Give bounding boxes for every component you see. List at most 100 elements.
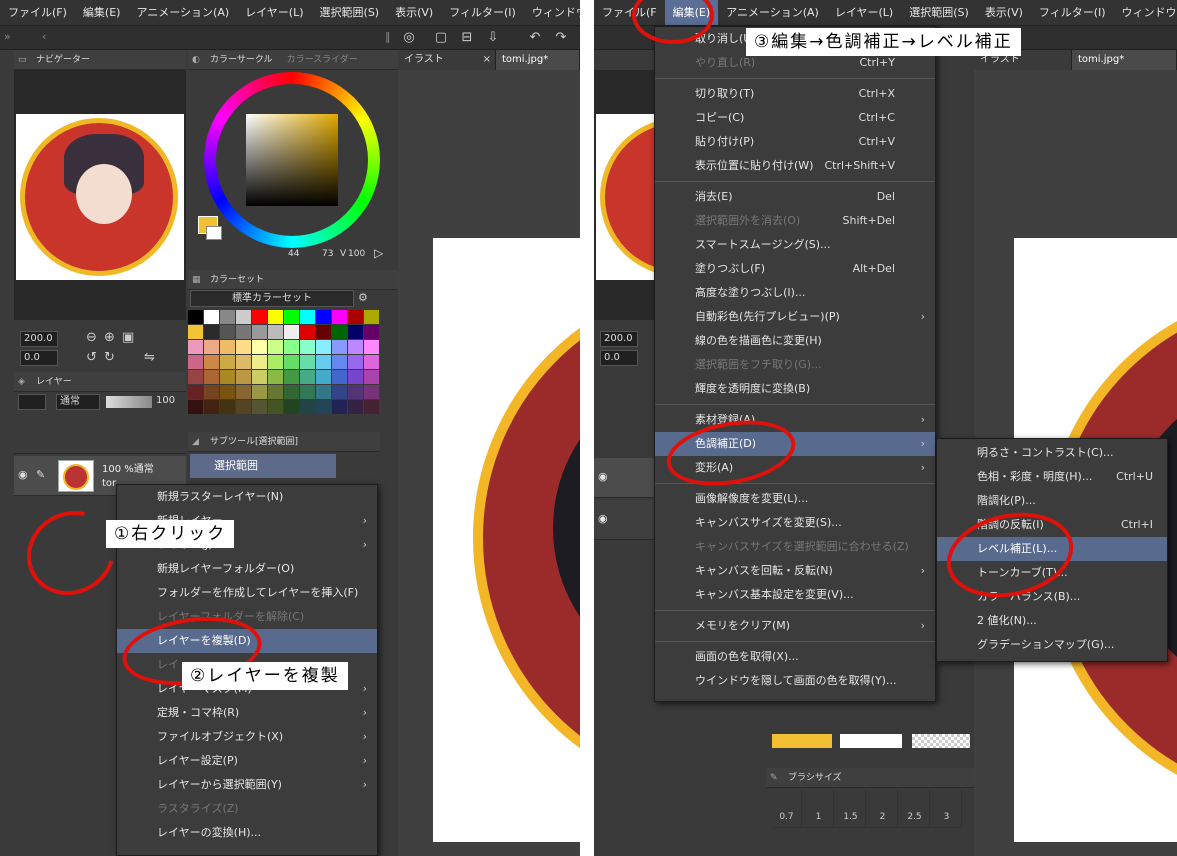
color-swatch[interactable] xyxy=(220,310,235,324)
color-slider-tab[interactable]: カラースライダー xyxy=(287,55,358,65)
color-swatch[interactable] xyxy=(236,385,251,399)
zoom-field[interactable]: 200.0 xyxy=(20,331,58,347)
color-swatch[interactable] xyxy=(188,340,203,354)
menu-1[interactable]: 編集(E) xyxy=(75,0,129,25)
color-swatch[interactable] xyxy=(300,385,315,399)
color-swatch[interactable] xyxy=(220,340,235,354)
color-swatch[interactable] xyxy=(332,325,347,339)
color-swatch[interactable] xyxy=(300,325,315,339)
color-swatch[interactable] xyxy=(236,370,251,384)
color-swatch[interactable] xyxy=(300,370,315,384)
menu-item[interactable]: 塗りつぶし(F) Alt+Del xyxy=(655,257,935,281)
color-swatch[interactable] xyxy=(252,310,267,324)
color-swatch[interactable] xyxy=(300,340,315,354)
menu-item[interactable]: 貼り付け(P) Ctrl+V xyxy=(655,130,935,154)
color-swatch[interactable] xyxy=(284,355,299,369)
color-swatch[interactable] xyxy=(204,325,219,339)
menu-item[interactable]: 画面の色を取得(X)... xyxy=(655,645,935,669)
opacity-slider[interactable] xyxy=(106,396,152,408)
menu-item[interactable]: グラデーションマップ(G)... xyxy=(937,633,1167,657)
menu-item[interactable]: 輝度を透明度に変換(B) xyxy=(655,377,935,401)
menu-2[interactable]: アニメーション(A) xyxy=(128,0,237,25)
color-swatch[interactable] xyxy=(364,370,379,384)
color-swatch[interactable] xyxy=(204,340,219,354)
sub-color-bar[interactable] xyxy=(840,734,902,748)
color-swatch[interactable] xyxy=(188,400,203,414)
color-swatch[interactable] xyxy=(236,340,251,354)
color-swatch[interactable] xyxy=(220,355,235,369)
color-swatch[interactable] xyxy=(268,340,283,354)
color-swatch[interactable] xyxy=(188,385,203,399)
color-swatch[interactable] xyxy=(268,400,283,414)
color-swatch[interactable] xyxy=(316,340,331,354)
menu-item[interactable]: 高度な塗りつぶし(I)... xyxy=(655,281,935,305)
color-swatch[interactable] xyxy=(316,370,331,384)
color-swatch[interactable] xyxy=(284,370,299,384)
tab-tomi[interactable]: tomi.jpg* xyxy=(1072,50,1177,70)
color-swatch[interactable] xyxy=(364,340,379,354)
color-swatch[interactable] xyxy=(316,385,331,399)
menu-item[interactable]: レイヤー設定(P) › xyxy=(117,749,377,773)
color-swatch[interactable] xyxy=(252,400,267,414)
chevron-left-icon[interactable]: ‹ xyxy=(42,30,46,43)
color-swatch[interactable] xyxy=(236,400,251,414)
menu-item[interactable]: ウインドウを隠して画面の色を取得(Y)... xyxy=(655,669,935,693)
color-swatch[interactable] xyxy=(316,325,331,339)
redo-icon[interactable]: ↷ xyxy=(552,30,570,46)
menu-item[interactable]: 色相・彩度・明度(H)... Ctrl+U xyxy=(937,465,1167,489)
angle-field[interactable]: 0.0 xyxy=(600,350,638,366)
color-swatch[interactable] xyxy=(284,325,299,339)
menu-item[interactable]: キャンバスを回転・反転(N) › xyxy=(655,559,935,583)
color-swatch[interactable] xyxy=(252,340,267,354)
transparent-bar[interactable] xyxy=(912,734,970,748)
color-swatch[interactable] xyxy=(348,310,363,324)
color-swatch[interactable] xyxy=(220,385,235,399)
color-swatch[interactable] xyxy=(252,385,267,399)
tab-tomi[interactable]: tomi.jpg* xyxy=(496,50,580,70)
tab-illust[interactable]: イラスト × xyxy=(398,50,496,70)
color-swatch[interactable] xyxy=(300,355,315,369)
color-swatch[interactable] xyxy=(284,385,299,399)
color-swatch[interactable] xyxy=(332,310,347,324)
color-swatch[interactable] xyxy=(268,370,283,384)
color-swatch[interactable] xyxy=(364,325,379,339)
brush-size-option[interactable]: 1.5 xyxy=(836,790,866,828)
brush-size-option[interactable]: 3 xyxy=(932,790,962,828)
color-swatch[interactable] xyxy=(300,400,315,414)
color-swatch[interactable] xyxy=(364,400,379,414)
logo-icon[interactable]: ◎ xyxy=(400,30,418,46)
menu-item[interactable]: 定規・コマ枠(R) › xyxy=(117,701,377,725)
layer-row-copy[interactable]: ◉ xyxy=(594,500,654,540)
brush-size-option[interactable]: 2 xyxy=(868,790,898,828)
color-swatch[interactable] xyxy=(284,310,299,324)
menu-2[interactable]: アニメーション(A) xyxy=(718,0,827,25)
color-swatch[interactable] xyxy=(348,400,363,414)
color-swatch[interactable] xyxy=(220,370,235,384)
menu-item[interactable]: キャンバスサイズを変更(S)... xyxy=(655,511,935,535)
saturation-square[interactable] xyxy=(246,114,338,206)
flip-icon[interactable]: ⇋ xyxy=(144,350,155,365)
color-swatch[interactable] xyxy=(332,355,347,369)
menu-item[interactable]: 階調化(P)... xyxy=(937,489,1167,513)
angle-field[interactable]: 0.0 xyxy=(20,350,58,366)
menu-6[interactable]: フィルター(I) xyxy=(441,0,524,25)
menu-6[interactable]: フィルター(I) xyxy=(1031,0,1114,25)
color-swatch[interactable] xyxy=(364,310,379,324)
color-swatch[interactable] xyxy=(332,400,347,414)
eye-icon[interactable]: ◉ xyxy=(598,512,608,525)
color-swatch[interactable] xyxy=(316,310,331,324)
color-swatch[interactable] xyxy=(188,370,203,384)
menu-item[interactable]: レイヤーの変換(H)... xyxy=(117,821,377,845)
color-swatch[interactable] xyxy=(268,325,283,339)
color-swatch[interactable] xyxy=(348,385,363,399)
color-swatch[interactable] xyxy=(268,310,283,324)
color-swatch[interactable] xyxy=(204,370,219,384)
menu-item[interactable]: レイヤーから選択範囲(Y) › xyxy=(117,773,377,797)
color-swatch[interactable] xyxy=(332,340,347,354)
zoom-out-icon[interactable]: ⊖ xyxy=(86,330,97,345)
menu-item[interactable]: 画像解像度を変更(L)... xyxy=(655,487,935,511)
rotate-right-icon[interactable]: ↻ xyxy=(104,350,115,365)
color-swatch[interactable] xyxy=(204,385,219,399)
eye-icon[interactable]: ◉ xyxy=(598,470,608,483)
main-color-bar[interactable] xyxy=(772,734,832,748)
